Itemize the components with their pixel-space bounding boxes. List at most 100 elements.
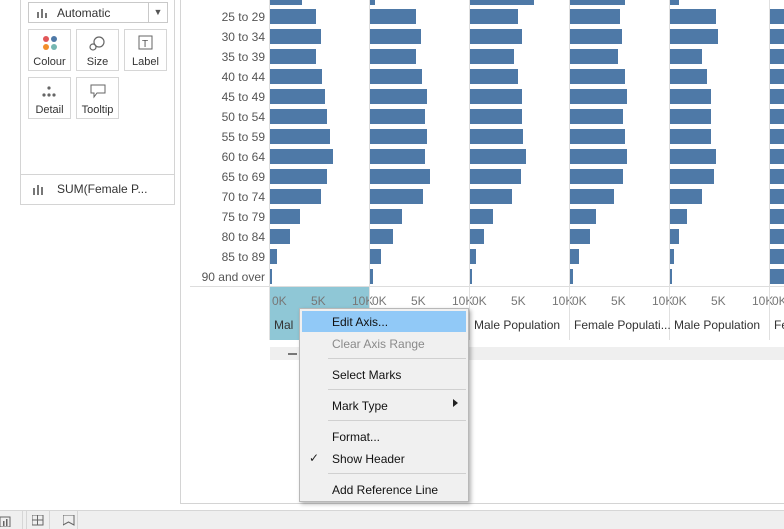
bar-mark[interactable] — [570, 0, 625, 5]
bar-mark[interactable] — [570, 189, 614, 204]
new-dashboard-tab[interactable] — [26, 511, 50, 529]
column-title[interactable]: Male Population — [474, 318, 560, 332]
bar-mark[interactable] — [570, 129, 625, 144]
bar-mark[interactable] — [770, 169, 784, 184]
bar-mark[interactable] — [370, 69, 422, 84]
bar-mark[interactable] — [470, 209, 493, 224]
bar-mark[interactable] — [670, 109, 711, 124]
bar-mark[interactable] — [470, 0, 534, 5]
bar-mark[interactable] — [370, 169, 430, 184]
bar-mark[interactable] — [270, 109, 327, 124]
bar-mark[interactable] — [670, 29, 718, 44]
menu-item-mark-type[interactable]: Mark Type — [302, 395, 466, 416]
bar-mark[interactable] — [370, 229, 393, 244]
bar-mark[interactable] — [670, 0, 679, 5]
bar-mark[interactable] — [470, 129, 523, 144]
menu-item-edit-axis[interactable]: Edit Axis... — [302, 311, 466, 332]
bar-mark[interactable] — [270, 189, 321, 204]
bar-mark[interactable] — [570, 109, 623, 124]
bar-mark[interactable] — [570, 9, 620, 24]
column-title[interactable]: Male Population — [674, 318, 760, 332]
bar-mark[interactable] — [670, 9, 716, 24]
bar-mark[interactable] — [770, 269, 784, 284]
menu-item-select-marks[interactable]: Select Marks — [302, 364, 466, 385]
bar-mark[interactable] — [670, 89, 711, 104]
bar-mark[interactable] — [370, 29, 421, 44]
bar-mark[interactable] — [270, 129, 330, 144]
column-title[interactable]: Female Populati... — [574, 318, 670, 332]
bar-mark[interactable] — [470, 169, 521, 184]
bar-mark[interactable] — [470, 9, 518, 24]
bar-mark[interactable] — [270, 169, 327, 184]
bar-mark[interactable] — [570, 29, 622, 44]
bar-mark[interactable] — [370, 109, 425, 124]
bar-mark[interactable] — [670, 189, 702, 204]
bar-mark[interactable] — [370, 129, 427, 144]
bar-mark[interactable] — [470, 189, 512, 204]
column-title[interactable]: Mal — [274, 318, 293, 332]
bar-mark[interactable] — [570, 169, 623, 184]
bar-mark[interactable] — [370, 249, 381, 264]
bar-mark[interactable] — [670, 129, 711, 144]
bar-mark[interactable] — [770, 249, 784, 264]
bar-mark[interactable] — [470, 89, 522, 104]
bar-mark[interactable] — [770, 129, 784, 144]
bar-mark[interactable] — [770, 29, 784, 44]
bar-mark[interactable] — [470, 149, 526, 164]
bar-mark[interactable] — [370, 209, 402, 224]
bar-mark[interactable] — [570, 149, 627, 164]
bar-mark[interactable] — [770, 149, 784, 164]
bar-mark[interactable] — [270, 29, 321, 44]
bar-mark[interactable] — [470, 269, 472, 284]
bar-mark[interactable] — [270, 89, 325, 104]
bar-mark[interactable] — [770, 9, 784, 24]
bar-mark[interactable] — [570, 269, 573, 284]
bar-mark[interactable] — [470, 69, 518, 84]
bar-mark[interactable] — [270, 249, 277, 264]
bar-mark[interactable] — [370, 269, 373, 284]
bar-mark[interactable] — [370, 9, 416, 24]
bar-mark[interactable] — [270, 0, 302, 5]
bar-mark[interactable] — [270, 149, 333, 164]
bar-mark[interactable] — [570, 49, 618, 64]
bar-mark[interactable] — [670, 269, 672, 284]
bar-mark[interactable] — [770, 189, 784, 204]
bar-mark[interactable] — [670, 209, 687, 224]
menu-item-add-reference-line[interactable]: Add Reference Line — [302, 479, 466, 500]
bar-mark[interactable] — [270, 229, 290, 244]
bar-mark[interactable] — [570, 209, 596, 224]
bar-mark[interactable] — [670, 149, 716, 164]
bar-mark[interactable] — [470, 29, 522, 44]
bar-mark[interactable] — [770, 49, 784, 64]
column-title[interactable]: Fe — [774, 318, 784, 332]
bar-mark[interactable] — [770, 69, 784, 84]
bar-mark[interactable] — [670, 249, 674, 264]
bar-mark[interactable] — [670, 69, 707, 84]
bar-mark[interactable] — [370, 49, 416, 64]
data-source-tab[interactable] — [0, 511, 23, 529]
bar-mark[interactable] — [670, 169, 714, 184]
menu-item-show-header[interactable]: ✓ Show Header — [302, 448, 466, 469]
menu-item-format[interactable]: Format... — [302, 426, 466, 447]
bar-mark[interactable] — [370, 0, 375, 5]
bar-mark[interactable] — [270, 69, 322, 84]
bar-mark[interactable] — [270, 49, 316, 64]
bar-mark[interactable] — [570, 229, 590, 244]
new-story-tab[interactable] — [55, 511, 78, 529]
bar-mark[interactable] — [570, 69, 625, 84]
bar-mark[interactable] — [770, 89, 784, 104]
bar-mark[interactable] — [570, 249, 579, 264]
bar-mark[interactable] — [470, 109, 522, 124]
bar-mark[interactable] — [270, 9, 316, 24]
bar-mark[interactable] — [670, 49, 702, 64]
bar-mark[interactable] — [370, 89, 427, 104]
menu-item-clear-axis-range[interactable]: Clear Axis Range — [302, 333, 466, 354]
bar-mark[interactable] — [770, 109, 784, 124]
bar-mark[interactable] — [470, 249, 476, 264]
bar-mark[interactable] — [470, 49, 514, 64]
bar-mark[interactable] — [270, 209, 300, 224]
bar-mark[interactable] — [470, 229, 484, 244]
bar-mark[interactable] — [770, 209, 784, 224]
bar-mark[interactable] — [570, 89, 627, 104]
bar-mark[interactable] — [670, 229, 679, 244]
